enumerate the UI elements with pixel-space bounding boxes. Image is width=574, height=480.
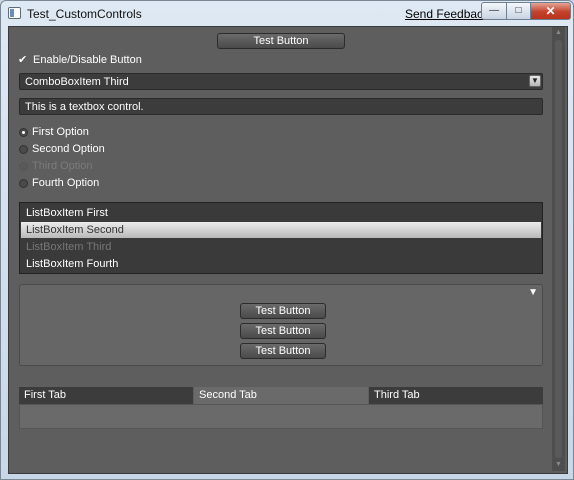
chevron-down-icon[interactable]: ▼ <box>529 75 541 87</box>
app-window-icon <box>8 7 21 19</box>
tab-control: First Tab Second Tab Third Tab <box>19 387 543 429</box>
maximize-button[interactable]: □ <box>506 2 531 20</box>
expander-toggle-icon[interactable]: ▼ <box>528 287 538 298</box>
combobox[interactable]: ComboBoxItem Third ▼ <box>19 73 543 90</box>
expander-panel: ▼ Test Button Test Button Test Button <box>19 284 543 366</box>
radio-fourth-option[interactable] <box>19 179 28 188</box>
send-feedback-link[interactable]: Send Feedback <box>405 7 489 21</box>
radio-label-first[interactable]: First Option <box>32 126 89 138</box>
title-bar[interactable]: Test_CustomControls Send Feedback — □ ✕ <box>1 1 573 27</box>
radio-label-third: Third Option <box>32 160 93 172</box>
check-icon[interactable]: ✔ <box>18 54 30 66</box>
expander-test-button-3[interactable]: Test Button <box>240 343 326 359</box>
radio-first-option[interactable] <box>19 128 28 137</box>
tab-first[interactable]: First Tab <box>19 387 193 404</box>
textbox[interactable]: This is a textbox control. <box>19 98 543 115</box>
listbox[interactable]: ListBoxItem First ListBoxItem Second Lis… <box>19 202 543 274</box>
scroll-up-icon[interactable]: ▲ <box>552 27 565 39</box>
tab-third[interactable]: Third Tab <box>369 387 543 404</box>
list-item[interactable]: ListBoxItem Fourth <box>21 256 541 272</box>
scroll-track[interactable] <box>555 40 562 458</box>
combobox-selected-value: ComboBoxItem Third <box>25 76 129 88</box>
list-item[interactable]: ListBoxItem First <box>21 205 541 221</box>
app-window: Test_CustomControls Send Feedback — □ ✕ … <box>0 0 574 480</box>
expander-test-button-2[interactable]: Test Button <box>240 323 326 339</box>
radio-label-fourth[interactable]: Fourth Option <box>32 177 99 189</box>
list-item-selected[interactable]: ListBoxItem Second <box>21 222 541 238</box>
client-area: Test Button ✔ Enable/Disable Button Comb… <box>8 26 568 474</box>
tab-content <box>19 404 543 429</box>
scroll-down-icon[interactable]: ▼ <box>552 459 565 471</box>
vertical-scrollbar[interactable]: ▲ ▼ <box>552 27 565 471</box>
minimize-button[interactable]: — <box>481 2 507 20</box>
list-item-disabled: ListBoxItem Third <box>26 241 112 253</box>
enable-disable-checkbox-label[interactable]: Enable/Disable Button <box>33 54 142 66</box>
radio-label-second[interactable]: Second Option <box>32 143 105 155</box>
expander-test-button-1[interactable]: Test Button <box>240 303 326 319</box>
close-button[interactable]: ✕ <box>530 2 571 20</box>
window-title: Test_CustomControls <box>27 7 142 21</box>
radio-third-option <box>19 162 28 171</box>
tab-second[interactable]: Second Tab <box>194 387 368 404</box>
radio-second-option[interactable] <box>19 145 28 154</box>
test-button-top[interactable]: Test Button <box>217 33 345 49</box>
